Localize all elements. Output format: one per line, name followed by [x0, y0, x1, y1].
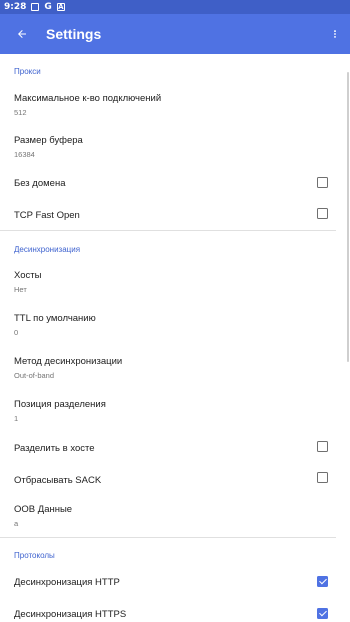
split-at-host-checkbox[interactable]	[317, 441, 328, 452]
pref-value: Нет	[14, 285, 27, 294]
pref-desync-http[interactable]: Десинхронизация HTTP	[0, 567, 336, 597]
page-title: Settings	[46, 26, 102, 42]
desync-https-checkbox[interactable]	[317, 608, 328, 619]
pref-default-ttl[interactable]: TTL по умолчанию 0	[0, 304, 336, 347]
drop-sack-checkbox[interactable]	[317, 472, 328, 483]
pref-value: 16384	[14, 150, 35, 159]
app-bar: Settings	[0, 14, 350, 54]
google-icon: G	[44, 2, 52, 12]
section-header-protocols: Протоколы	[14, 551, 55, 560]
section-divider	[0, 537, 336, 538]
pref-label: Размер буфера	[14, 135, 83, 146]
pref-drop-sack[interactable]: Отбрасывать SACK	[0, 465, 336, 495]
pref-value: 512	[14, 108, 27, 117]
section-header-desync: Десинхронизация	[14, 245, 81, 254]
pref-label: Метод десинхронизации	[14, 356, 123, 367]
pref-label: Десинхронизация HTTPS	[14, 609, 127, 620]
image-icon	[31, 3, 40, 11]
pref-oob-data[interactable]: OOB Данные a	[0, 495, 336, 537]
pref-split-at-host[interactable]: Разделить в хосте	[0, 433, 336, 463]
desync-http-checkbox[interactable]	[317, 576, 328, 587]
pref-hosts[interactable]: Хосты Нет	[0, 261, 336, 304]
pref-label: Без домена	[14, 178, 66, 189]
pref-value: a	[14, 519, 19, 528]
notification-a-icon: A	[56, 3, 65, 11]
pref-tcp-fast-open[interactable]: TCP Fast Open	[0, 200, 336, 230]
status-bar: 9:28 G A	[0, 0, 350, 14]
pref-no-domain[interactable]: Без домена	[0, 168, 336, 198]
settings-list[interactable]: Прокси Максимальное к-во подключений 512…	[0, 54, 350, 622]
scrollbar[interactable]	[347, 72, 349, 362]
pref-value: Out-of-band	[14, 371, 55, 380]
pref-label: Десинхронизация HTTP	[14, 577, 120, 588]
pref-label: TCP Fast Open	[14, 210, 80, 221]
pref-label: Позиция разделения	[14, 399, 106, 410]
pref-label: Отбрасывать SACK	[14, 475, 102, 486]
pref-label: TTL по умолчанию	[14, 313, 96, 324]
back-button[interactable]	[0, 14, 44, 54]
pref-label: Разделить в хосте	[14, 443, 95, 454]
pref-value: 0	[14, 328, 19, 337]
more-options-button[interactable]	[320, 14, 350, 54]
pref-label: Хосты	[14, 270, 42, 281]
arrow-back-icon	[18, 30, 26, 38]
pref-desync-https[interactable]: Десинхронизация HTTPS	[0, 599, 336, 622]
pref-split-position[interactable]: Позиция разделения 1	[0, 390, 336, 433]
tcp-fast-open-checkbox[interactable]	[317, 208, 328, 219]
no-domain-checkbox[interactable]	[317, 177, 328, 188]
pref-buffer-size[interactable]: Размер буфера 16384	[0, 126, 336, 168]
pref-label: OOB Данные	[14, 504, 73, 515]
pref-desync-method[interactable]: Метод десинхронизации Out-of-band	[0, 347, 336, 390]
section-divider	[0, 230, 336, 231]
pref-value: 1	[14, 414, 19, 423]
more-vert-icon	[334, 30, 336, 38]
status-time: 9:28	[4, 2, 27, 12]
section-header-proxy: Прокси	[14, 67, 41, 76]
pref-max-connections[interactable]: Максимальное к-во подключений 512	[0, 84, 336, 126]
pref-label: Максимальное к-во подключений	[14, 93, 162, 104]
